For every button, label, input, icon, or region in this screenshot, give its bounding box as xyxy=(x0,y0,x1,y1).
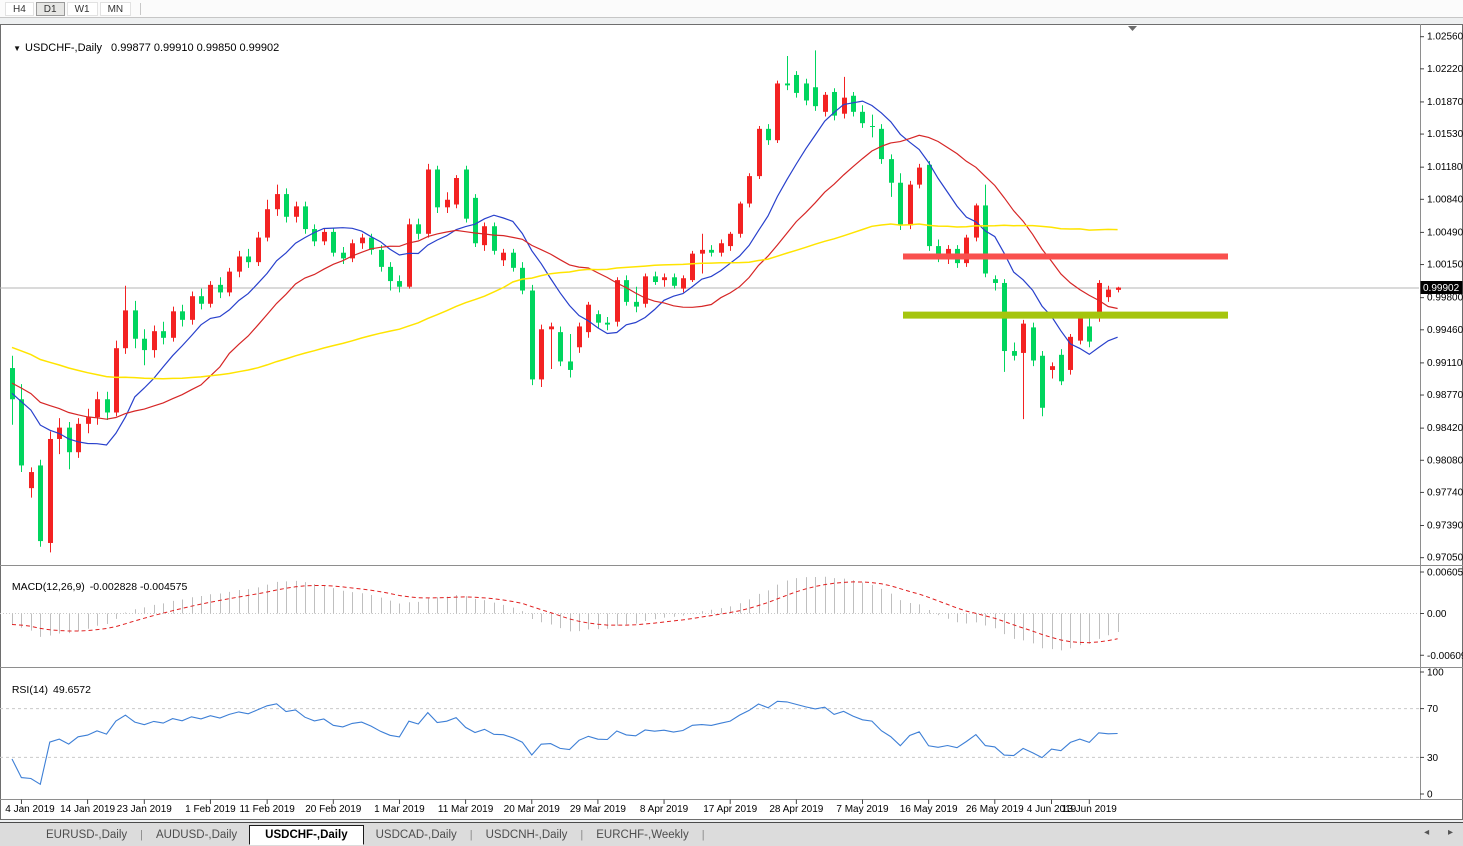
macd-name: MACD(12,26,9) xyxy=(12,581,85,593)
svg-text:30: 30 xyxy=(1427,753,1439,764)
svg-text:8 Apr 2019: 8 Apr 2019 xyxy=(640,804,689,815)
svg-text:26 May 2019: 26 May 2019 xyxy=(966,804,1024,815)
tab-usdcad-daily[interactable]: USDCAD-,Daily xyxy=(364,827,469,843)
tab-separator: | xyxy=(140,829,143,841)
macd-label: MACD(12,26,9) -0.002828 -0.004575 xyxy=(6,569,187,593)
svg-text:11 Mar 2019: 11 Mar 2019 xyxy=(438,804,494,815)
current-price-badge: 0.99902 xyxy=(1421,281,1463,294)
tab-eurusd-daily[interactable]: EURUSD-,Daily xyxy=(34,827,139,843)
rsi-value: 49.6572 xyxy=(53,684,91,696)
timeframe-button-d1[interactable]: D1 xyxy=(36,2,65,16)
mt4-terminal: { "toolbar": { "timeframes": ["H4", "D1"… xyxy=(0,0,1463,846)
svg-text:0.97740: 0.97740 xyxy=(1427,487,1463,498)
chart-window xyxy=(1,25,1463,820)
timeframe-button-w1[interactable]: W1 xyxy=(67,2,98,16)
svg-text:16 May 2019: 16 May 2019 xyxy=(900,804,958,815)
svg-text:0.98770: 0.98770 xyxy=(1427,390,1463,401)
svg-text:1 Feb 2019: 1 Feb 2019 xyxy=(185,804,236,815)
svg-text:1.02560: 1.02560 xyxy=(1427,32,1463,43)
svg-text:13 Jun 2019: 13 Jun 2019 xyxy=(1062,804,1117,815)
chart-title-ohlc: 0.99877 0.99910 0.99850 0.99902 xyxy=(111,42,279,54)
svg-text:1.01870: 1.01870 xyxy=(1427,97,1463,108)
svg-text:0.99800: 0.99800 xyxy=(1427,293,1463,304)
tab-usdcnh-daily[interactable]: USDCNH-,Daily xyxy=(474,827,580,843)
svg-text:11 Feb 2019: 11 Feb 2019 xyxy=(239,804,295,815)
macd-values: -0.002828 -0.004575 xyxy=(90,581,188,593)
svg-text:0: 0 xyxy=(1427,790,1433,801)
price-chart-canvas[interactable]: 1.02560 1.02220 1.01870 1.01530 1.01180 1.008… xyxy=(0,0,1463,822)
svg-text:70: 70 xyxy=(1427,704,1439,715)
svg-text:23 Jan 2019: 23 Jan 2019 xyxy=(117,804,172,815)
resistance-line[interactable] xyxy=(903,253,1228,259)
rsi-name: RSI(14) xyxy=(12,684,48,696)
timeframe-button-h4[interactable]: H4 xyxy=(5,2,34,16)
svg-text:1.02220: 1.02220 xyxy=(1427,64,1463,75)
svg-text:20 Feb 2019: 20 Feb 2019 xyxy=(305,804,362,815)
rsi-label: RSI(14) 49.6572 xyxy=(6,672,91,696)
timeframe-button-mn[interactable]: MN xyxy=(100,2,132,16)
svg-text:28 Apr 2019: 28 Apr 2019 xyxy=(769,804,823,815)
svg-text:20 Mar 2019: 20 Mar 2019 xyxy=(504,804,561,815)
chart-title-symbol: USDCHF-,Daily xyxy=(25,42,102,54)
svg-text:0.006058: 0.006058 xyxy=(1427,568,1463,579)
svg-text:1 Mar 2019: 1 Mar 2019 xyxy=(374,804,425,815)
tab-separator: | xyxy=(702,829,705,841)
svg-text:0.98080: 0.98080 xyxy=(1427,455,1463,466)
svg-text:-0.006096: -0.006096 xyxy=(1427,651,1463,662)
symbol-tabbar: EURUSD-,Daily| AUDUSD-,Daily USDCHF-,Dai… xyxy=(0,822,1463,846)
toolbar-divider xyxy=(140,3,141,15)
tab-scroll-arrows: ◂ ▸ xyxy=(1408,827,1453,838)
timeframe-toolbar: H4 D1 W1 MN xyxy=(0,0,1463,18)
svg-text:1.00490: 1.00490 xyxy=(1427,227,1463,238)
svg-text:0.97390: 0.97390 xyxy=(1427,521,1463,532)
svg-text:100: 100 xyxy=(1427,668,1444,679)
tab-scroll-left[interactable]: ◂ xyxy=(1424,827,1429,838)
tab-separator: | xyxy=(470,829,473,841)
svg-text:0.99460: 0.99460 xyxy=(1427,325,1463,336)
svg-text:29 Mar 2019: 29 Mar 2019 xyxy=(570,804,627,815)
symbol-dropdown-icon[interactable]: ▼ xyxy=(13,44,21,53)
svg-text:7 May 2019: 7 May 2019 xyxy=(836,804,889,815)
tab-separator: | xyxy=(580,829,583,841)
svg-text:0.98420: 0.98420 xyxy=(1427,423,1463,434)
tab-usdchf-daily[interactable]: USDCHF-,Daily xyxy=(249,825,363,845)
chart-title: ▼ USDCHF-,Daily 0.99877 0.99910 0.99850 0.… xyxy=(7,30,279,54)
svg-text:0.99902: 0.99902 xyxy=(1423,283,1460,294)
svg-text:1.00150: 1.00150 xyxy=(1427,260,1463,271)
svg-text:0.99110: 0.99110 xyxy=(1427,358,1463,369)
svg-text:0.97050: 0.97050 xyxy=(1427,553,1463,564)
svg-text:1.00840: 1.00840 xyxy=(1427,194,1463,205)
svg-text:17 Apr 2019: 17 Apr 2019 xyxy=(703,804,757,815)
tab-eurchf-weekly[interactable]: EURCHF-,Weekly xyxy=(584,827,700,843)
svg-text:0.00: 0.00 xyxy=(1427,609,1447,620)
svg-text:4 Jan 2019: 4 Jan 2019 xyxy=(5,804,55,815)
tab-scroll-right[interactable]: ▸ xyxy=(1448,827,1453,838)
svg-text:1.01180: 1.01180 xyxy=(1427,162,1463,173)
svg-text:1.01530: 1.01530 xyxy=(1427,129,1463,140)
tab-audusd-daily[interactable]: AUDUSD-,Daily xyxy=(144,827,249,843)
svg-text:14 Jan 2019: 14 Jan 2019 xyxy=(60,804,115,815)
support-line[interactable] xyxy=(903,312,1228,319)
